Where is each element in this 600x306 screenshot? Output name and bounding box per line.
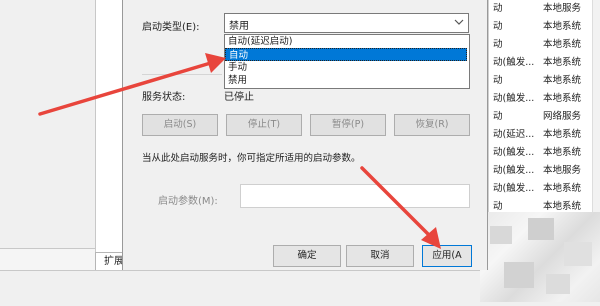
start-type-select[interactable]: 禁用 bbox=[224, 13, 469, 33]
service-log-on-as: 网络服务 bbox=[543, 111, 582, 122]
divider bbox=[142, 74, 222, 75]
blur-block bbox=[546, 274, 570, 294]
stop-button[interactable]: 停止(T) bbox=[226, 114, 302, 136]
service-log-on-as: 本地系统 bbox=[543, 129, 582, 140]
service-startup-type: 动 bbox=[493, 75, 503, 86]
start-param-hint: 当从此处启动服务时，你可指定所适用的启动参数。 bbox=[142, 153, 361, 164]
service-log-on-as: 本地系统 bbox=[543, 21, 582, 32]
service-log-on-as: 本地服务 bbox=[543, 3, 582, 14]
list-item[interactable]: 动(触发... 本地系统 bbox=[489, 90, 593, 108]
start-type-label: 启动类型(E): bbox=[142, 22, 200, 33]
service-status-value: 已停止 bbox=[224, 92, 254, 103]
service-log-on-as: 本地系统 bbox=[543, 75, 582, 86]
blurred-region bbox=[480, 212, 600, 302]
option-auto-delayed[interactable]: 自动(延迟启动) bbox=[225, 35, 470, 48]
start-param-label: 启动参数(M): bbox=[158, 196, 218, 207]
resume-button[interactable]: 恢复(R) bbox=[394, 114, 470, 136]
service-startup-type: 动(触发... bbox=[493, 93, 535, 104]
pause-button[interactable]: 暂停(P) bbox=[310, 114, 386, 136]
blur-block bbox=[528, 218, 554, 240]
tab-strip bbox=[0, 248, 95, 271]
start-param-input[interactable] bbox=[240, 184, 470, 208]
service-startup-type: 动 bbox=[493, 39, 503, 50]
service-log-on-as: 本地系统 bbox=[543, 39, 582, 50]
option-auto[interactable]: 自动 bbox=[225, 48, 467, 61]
service-startup-type: 动(触发... bbox=[493, 57, 535, 68]
service-log-on-as: 本地系统 bbox=[543, 147, 582, 158]
service-startup-type: 动 bbox=[493, 3, 503, 14]
ok-button[interactable]: 确定 bbox=[273, 245, 341, 267]
list-item[interactable]: 动(触发... 本地系统 bbox=[489, 54, 593, 72]
services-list: 动本地服务动本地系统动本地系统 动(触发... 本地系统动本地系统 动(触发... 本地… bbox=[488, 0, 593, 215]
service-startup-type: 动(触发... bbox=[493, 147, 535, 158]
option-manual[interactable]: 手动 bbox=[225, 61, 470, 74]
services-list-scrollbar[interactable] bbox=[592, 0, 600, 215]
list-item[interactable]: 动(触发... 本地系统 bbox=[489, 144, 593, 162]
list-item[interactable]: 动 本地系统 bbox=[489, 36, 593, 54]
list-item[interactable]: 动(延迟... 本地系统 bbox=[489, 126, 593, 144]
list-item[interactable]: 动 本地系统 bbox=[489, 72, 593, 90]
blur-block bbox=[564, 242, 592, 266]
service-startup-type: 动 bbox=[493, 21, 503, 32]
cancel-button[interactable]: 取消 bbox=[346, 245, 414, 267]
start-button[interactable]: 启动(S) bbox=[142, 114, 218, 136]
list-item[interactable]: 动 本地服务 bbox=[489, 0, 593, 18]
service-startup-type: 动(触发... bbox=[493, 165, 535, 176]
service-log-on-as: 本地系统 bbox=[543, 183, 582, 194]
option-disabled[interactable]: 禁用 bbox=[225, 74, 470, 87]
service-log-on-as: 本地服务 bbox=[543, 165, 582, 176]
list-item[interactable]: 动(触发... 本地服务 bbox=[489, 162, 593, 180]
service-log-on-as: 本地系统 bbox=[543, 93, 582, 104]
start-type-dropdown-list: 自动(延迟启动) 自动 手动 禁用 bbox=[224, 34, 470, 89]
service-startup-type: 动(延迟... bbox=[493, 129, 535, 140]
start-type-value: 禁用 bbox=[229, 21, 249, 32]
service-startup-type: 动 bbox=[493, 111, 503, 122]
service-status-label: 服务状态: bbox=[142, 92, 186, 103]
list-item[interactable]: 动 网络服务 bbox=[489, 108, 593, 126]
list-item[interactable]: 动 本地系统 bbox=[489, 18, 593, 36]
apply-button[interactable]: 应用(A bbox=[422, 245, 472, 267]
blur-block bbox=[504, 262, 534, 288]
list-item[interactable]: 动(触发... 本地系统 bbox=[489, 180, 593, 198]
blur-block bbox=[490, 226, 512, 244]
service-log-on-as: 本地系统 bbox=[543, 57, 582, 68]
chevron-down-icon bbox=[454, 19, 464, 25]
service-startup-type: 动(触发... bbox=[493, 183, 535, 194]
